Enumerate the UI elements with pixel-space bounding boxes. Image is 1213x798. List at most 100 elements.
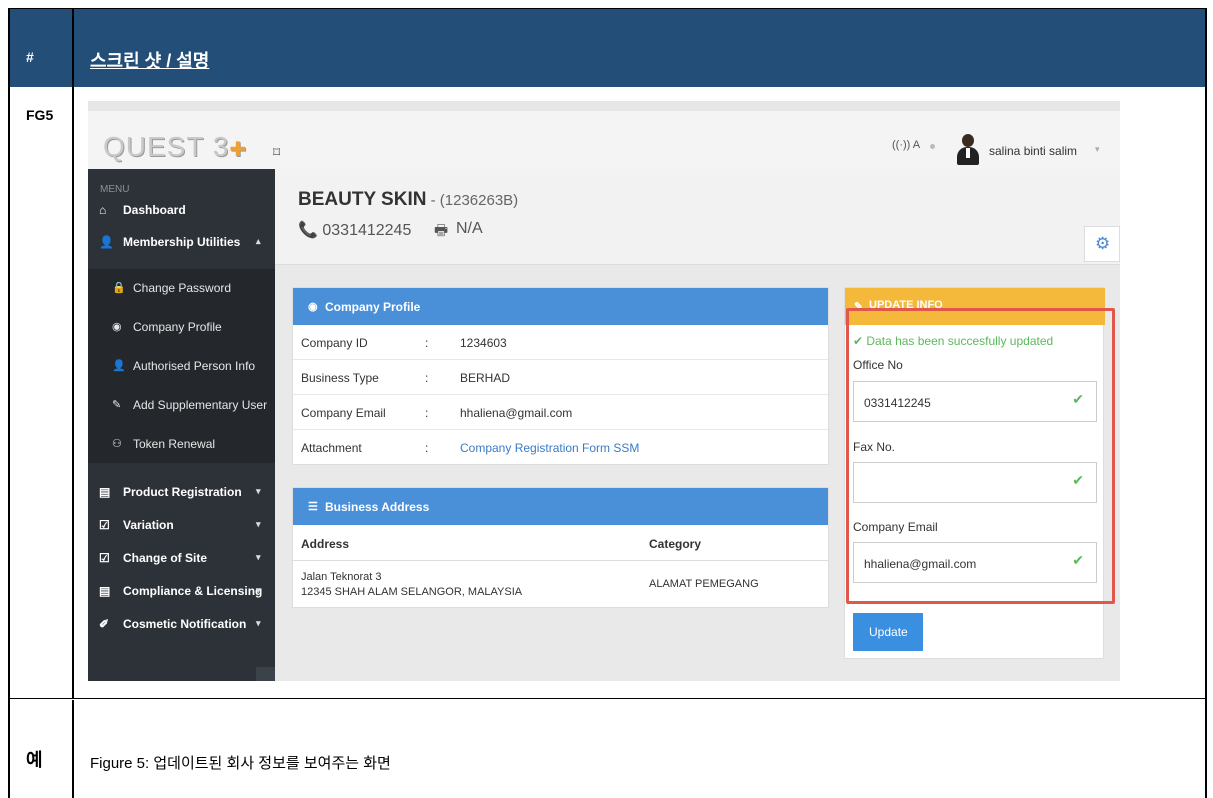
status-dot-icon: [930, 144, 935, 149]
sidebar-item-cosmetic-notification[interactable]: ✐ Cosmetic Notification ▾: [88, 607, 275, 641]
sidebar: MENU ⌂ Dashboard 👤 Membership Utilities …: [88, 169, 275, 681]
button-label: Update: [869, 625, 908, 639]
sidebar-item-variation[interactable]: ☑ Variation ▾: [88, 508, 275, 542]
field-value: hhaliena@gmail.com: [460, 406, 573, 420]
company-profile-panel: ◉ Company Profile Company ID : 1234603 B…: [292, 287, 829, 465]
eye-icon: ◉: [308, 301, 318, 313]
document-icon: ▤: [99, 485, 111, 499]
sidebar-item-label: Dashboard: [123, 203, 186, 217]
list-icon: ☰: [308, 501, 318, 513]
phone-number: 📞 0331412245: [298, 222, 412, 239]
row-label-fg5: FG5: [26, 107, 54, 123]
sidebar-item-compliance-licensing[interactable]: ▤ Compliance & Licensing ▾: [88, 574, 275, 608]
chevron-down-icon: ▾: [256, 519, 261, 529]
panel-header: ☰ Business Address: [293, 488, 828, 525]
figure-caption: Figure 5: 업데이트된 회사 정보를 보여주는 화면: [90, 755, 391, 772]
app-logo[interactable]: QUEST 3✚: [103, 131, 247, 163]
header-title: 스크린 샷 / 설명: [90, 51, 210, 71]
company-header: BEAUTY SKIN - (1236263B) 📞 0331412245 🖶 …: [275, 169, 1120, 265]
edit-icon: ☑: [99, 551, 110, 565]
company-reg-no: - (1236263B): [426, 192, 519, 209]
chevron-down-icon: ▾: [256, 618, 261, 628]
table-row: Company ID : 1234603: [293, 325, 828, 360]
page-title: BEAUTY SKIN - (1236263B): [298, 189, 518, 211]
sidebar-subitem-authorised-person[interactable]: 👤 Authorised Person Info: [88, 347, 275, 386]
update-button[interactable]: Update: [853, 613, 923, 651]
column-header-address: Address: [301, 537, 350, 551]
eye-icon: ◉: [112, 321, 122, 333]
user-plus-icon: ⚇: [112, 438, 122, 450]
chevron-up-icon: ▴: [256, 236, 261, 246]
chevron-down-icon: ▾: [256, 585, 261, 595]
panel-title: Business Address: [325, 500, 430, 514]
field-key: Business Type: [301, 371, 379, 385]
printer-icon: 🖶: [434, 222, 449, 239]
gear-icon: ⚙: [1095, 234, 1111, 253]
sidebar-subitem-token-renewal[interactable]: ⚇ Token Renewal: [88, 425, 275, 464]
logo-plus-icon: ✚: [229, 139, 248, 161]
lock-icon: 🔒: [112, 282, 126, 294]
table-row: Business Type : BERHAD: [293, 360, 828, 395]
app-screenshot: QUEST 3✚ ⌑ ((·)) A salina binti salim ▾ …: [88, 101, 1120, 681]
sidebar-item-product-registration[interactable]: ▤ Product Registration ▾: [88, 475, 275, 509]
field-key: Attachment: [301, 441, 362, 455]
field-separator: :: [425, 371, 429, 385]
table-header-row: # 스크린 샷 / 설명: [10, 8, 1205, 88]
header-number: #: [26, 49, 34, 65]
sidebar-item-label: Company Profile: [133, 320, 222, 334]
home-icon: ⌂: [99, 203, 107, 217]
address-line-1: Jalan Teknorat 3: [301, 571, 382, 583]
sidebar-collapse-handle[interactable]: [256, 667, 275, 681]
fax-number: N/A: [456, 220, 483, 237]
table-row: Jalan Teknorat 3 12345 SHAH ALAM SELANGO…: [293, 561, 828, 609]
table-row: Company Email : hhaliena@gmail.com: [293, 395, 828, 430]
panel-title: Company Profile: [325, 300, 421, 314]
chevron-down-icon: ▾: [256, 552, 261, 562]
sidebar-item-change-of-site[interactable]: ☑ Change of Site ▾: [88, 541, 275, 575]
sidebar-item-label: Authorised Person Info: [133, 359, 256, 373]
field-value: 1234603: [460, 336, 507, 350]
header-divider: [72, 9, 74, 88]
field-separator: :: [425, 336, 429, 350]
chevron-down-icon: ▾: [256, 486, 261, 496]
sidebar-item-label: Change Password: [133, 281, 232, 295]
document-icon: ▤: [99, 584, 111, 598]
sidebar-toggle-icon[interactable]: ⌑: [273, 144, 280, 161]
panel-header: ◉ Company Profile: [293, 288, 828, 325]
address-category: ALAMAT PEMEGANG: [649, 578, 759, 590]
avatar-collar: [966, 148, 970, 158]
app-topbar: QUEST 3✚ ⌑ ((·)) A salina binti salim ▾: [88, 111, 1120, 169]
sidebar-item-label: Compliance & Licensing: [123, 584, 263, 598]
sidebar-subitem-company-profile[interactable]: ◉ Company Profile: [88, 308, 275, 347]
settings-button[interactable]: ⚙: [1084, 226, 1120, 262]
sidebar-item-label: Product Registration: [123, 485, 242, 499]
row-divider: [72, 700, 74, 798]
field-separator: :: [425, 406, 429, 420]
submenu-membership: 🔒 Change Password ◉ Company Profile 👤 Au…: [88, 269, 275, 463]
sidebar-item-membership-utilities[interactable]: 👤 Membership Utilities ▴: [88, 225, 275, 259]
table-row-example: 예 Figure 5: 업데이트된 회사 정보를 보여주는 화면: [10, 700, 1205, 798]
sidebar-subitem-change-password[interactable]: 🔒 Change Password: [88, 269, 275, 308]
avatar-head: [962, 134, 974, 147]
sidebar-item-dashboard[interactable]: ⌂ Dashboard: [88, 193, 275, 227]
table-header: Address Category: [293, 525, 828, 561]
sidebar-item-label: Membership Utilities: [123, 235, 241, 249]
field-separator: :: [425, 441, 429, 455]
user-name[interactable]: salina binti salim: [989, 144, 1077, 158]
sidebar-item-label: Variation: [123, 518, 174, 532]
field-key: Company ID: [301, 336, 368, 350]
column-header-category: Category: [649, 537, 702, 551]
attachment-link[interactable]: Company Registration Form SSM: [460, 441, 639, 455]
user-icon: 👤: [112, 360, 126, 372]
edit-icon: ☑: [99, 518, 110, 532]
sidebar-subitem-add-supplementary-user[interactable]: ✎ Add Supplementary User: [88, 386, 275, 425]
chevron-down-icon[interactable]: ▾: [1095, 144, 1100, 155]
avatar[interactable]: [956, 134, 980, 166]
company-name: BEAUTY SKIN: [298, 189, 427, 210]
sidebar-item-label: Token Renewal: [133, 437, 216, 451]
user-icon: 👤: [99, 235, 114, 249]
table-row: Attachment : Company Registration Form S…: [293, 430, 828, 465]
row-label-example: 예: [26, 750, 43, 770]
signal-icon[interactable]: ((·)) A: [892, 139, 920, 151]
sidebar-item-label: Change of Site: [123, 551, 208, 565]
